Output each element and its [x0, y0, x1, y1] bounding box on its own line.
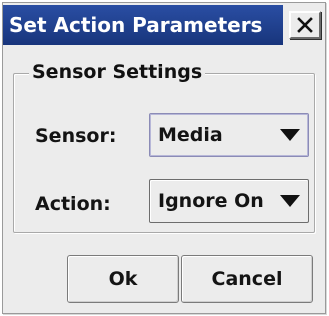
triangle-down-icon [280, 195, 300, 207]
set-action-parameters-dialog: Set Action Parameters Sensor Settings Se… [2, 2, 326, 314]
triangle-down-icon [280, 129, 300, 141]
sensor-dropdown[interactable]: Media [149, 113, 309, 157]
action-dropdown[interactable]: Ignore On [149, 179, 309, 223]
cancel-button[interactable]: Cancel [181, 255, 313, 303]
ok-button[interactable]: Ok [67, 255, 179, 303]
title-bar: Set Action Parameters [3, 3, 325, 47]
sensor-settings-legend: Sensor Settings [29, 59, 206, 85]
close-icon [297, 17, 313, 33]
action-dropdown-value: Ignore On [158, 190, 264, 212]
sensor-label: Sensor: [35, 125, 117, 147]
close-button[interactable] [289, 11, 321, 39]
dialog-title: Set Action Parameters [3, 5, 283, 45]
action-label: Action: [35, 193, 111, 215]
sensor-dropdown-value: Media [158, 124, 223, 146]
